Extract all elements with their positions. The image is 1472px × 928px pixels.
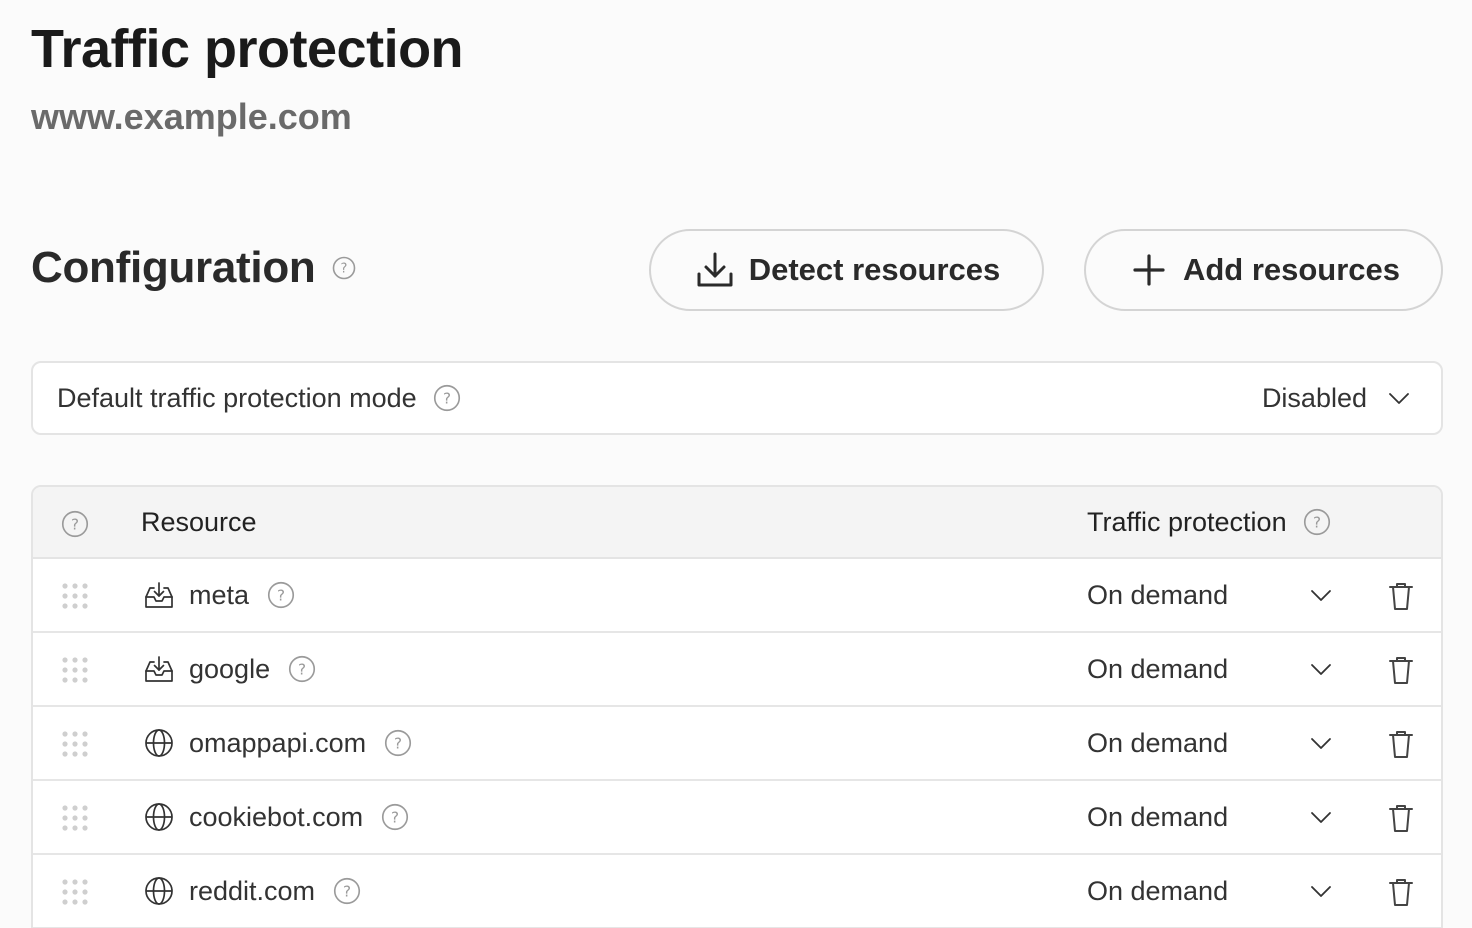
svg-text:?: ? [1313, 513, 1321, 531]
site-domain: www.example.com [31, 96, 352, 137]
svg-text:?: ? [71, 515, 79, 533]
chevron-down-icon [1309, 657, 1333, 681]
drag-handle-icon[interactable] [60, 581, 90, 611]
protection-mode-value: On demand [1087, 653, 1229, 684]
inbox-download-icon [143, 653, 175, 685]
svg-text:?: ? [277, 586, 285, 604]
globe-icon [143, 801, 175, 833]
svg-text:?: ? [343, 882, 351, 900]
protection-mode-value: On demand [1087, 875, 1229, 906]
table-header: ? Resource Traffic protection ? [33, 487, 1441, 559]
trash-icon[interactable] [1387, 803, 1415, 833]
table-row: google ? On demand [33, 633, 1441, 707]
table-row: reddit.com ? On demand [33, 855, 1441, 928]
resources-table: ? Resource Traffic protection ? meta ? O… [31, 485, 1443, 928]
detect-resources-button[interactable]: Detect resources [649, 229, 1044, 311]
section-title: Configuration [31, 243, 316, 292]
resource-name: omappapi.com [189, 727, 367, 758]
default-mode-label-wrap: Default traffic protection mode ? [57, 363, 461, 433]
help-icon[interactable]: ? [267, 581, 295, 609]
svg-text:?: ? [391, 808, 399, 826]
configuration-header: Configuration ? [31, 243, 356, 293]
help-icon[interactable]: ? [61, 510, 89, 538]
add-resources-button[interactable]: Add resources [1084, 229, 1443, 311]
chevron-down-icon [1309, 583, 1333, 607]
help-icon[interactable]: ? [333, 877, 361, 905]
resource-cell: reddit.com ? [143, 855, 361, 927]
add-resources-label: Add resources [1182, 252, 1401, 287]
protection-mode-value: On demand [1087, 801, 1229, 832]
drag-handle-icon[interactable] [60, 655, 90, 685]
resource-cell: omappapi.com ? [143, 707, 412, 779]
resource-name: meta [189, 579, 250, 610]
protection-mode-select[interactable]: On demand [1087, 781, 1333, 853]
plus-icon [1127, 248, 1171, 292]
download-icon [693, 248, 737, 292]
column-header-resource[interactable]: Resource [141, 487, 257, 557]
protection-mode-select[interactable]: On demand [1087, 633, 1333, 705]
svg-text:?: ? [394, 734, 402, 752]
resource-cell: meta ? [143, 559, 295, 631]
resource-name: reddit.com [189, 875, 316, 906]
table-row: omappapi.com ? On demand [33, 707, 1441, 781]
help-icon[interactable]: ? [433, 384, 461, 412]
globe-icon [143, 727, 175, 759]
chevron-down-icon [1309, 731, 1333, 755]
table-row: cookiebot.com ? On demand [33, 781, 1441, 855]
trash-icon[interactable] [1387, 729, 1415, 759]
help-icon[interactable]: ? [332, 256, 356, 280]
inbox-download-icon [143, 579, 175, 611]
protection-mode-value: On demand [1087, 727, 1229, 758]
traffic-protection-page: Traffic protection www.example.com Confi… [0, 0, 1472, 928]
column-header-protection[interactable]: Traffic protection [1087, 507, 1287, 538]
protection-mode-value: On demand [1087, 579, 1229, 610]
resource-cell: cookiebot.com ? [143, 781, 409, 853]
help-icon[interactable]: ? [381, 803, 409, 831]
column-header-protection-wrap: Traffic protection ? [1087, 487, 1331, 557]
default-mode-select[interactable]: Disabled [1262, 363, 1411, 433]
drag-handle-icon[interactable] [60, 803, 90, 833]
table-body: meta ? On demand google ? On demand omap… [33, 559, 1441, 928]
chevron-down-icon [1387, 386, 1411, 410]
svg-text:?: ? [443, 389, 451, 407]
protection-mode-select[interactable]: On demand [1087, 855, 1333, 927]
detect-resources-label: Detect resources [748, 252, 1001, 287]
help-icon[interactable]: ? [288, 655, 316, 683]
default-mode-row: Default traffic protection mode ? Disabl… [31, 361, 1443, 435]
protection-mode-select[interactable]: On demand [1087, 707, 1333, 779]
trash-icon[interactable] [1387, 581, 1415, 611]
svg-text:?: ? [298, 660, 306, 678]
resource-name: cookiebot.com [189, 801, 364, 832]
page-title: Traffic protection [31, 19, 464, 79]
default-mode-value: Disabled [1261, 382, 1367, 413]
trash-icon[interactable] [1387, 877, 1415, 907]
trash-icon[interactable] [1387, 655, 1415, 685]
protection-mode-select[interactable]: On demand [1087, 559, 1333, 631]
globe-icon [143, 875, 175, 907]
resource-cell: google ? [143, 633, 316, 705]
svg-text:?: ? [340, 262, 347, 277]
help-icon[interactable]: ? [384, 729, 412, 757]
chevron-down-icon [1309, 805, 1333, 829]
table-row: meta ? On demand [33, 559, 1441, 633]
resource-name: google [189, 653, 271, 684]
default-mode-label: Default traffic protection mode [57, 382, 417, 413]
drag-handle-icon[interactable] [60, 729, 90, 759]
chevron-down-icon [1309, 879, 1333, 903]
help-icon[interactable]: ? [1303, 508, 1331, 536]
drag-handle-icon[interactable] [60, 877, 90, 907]
